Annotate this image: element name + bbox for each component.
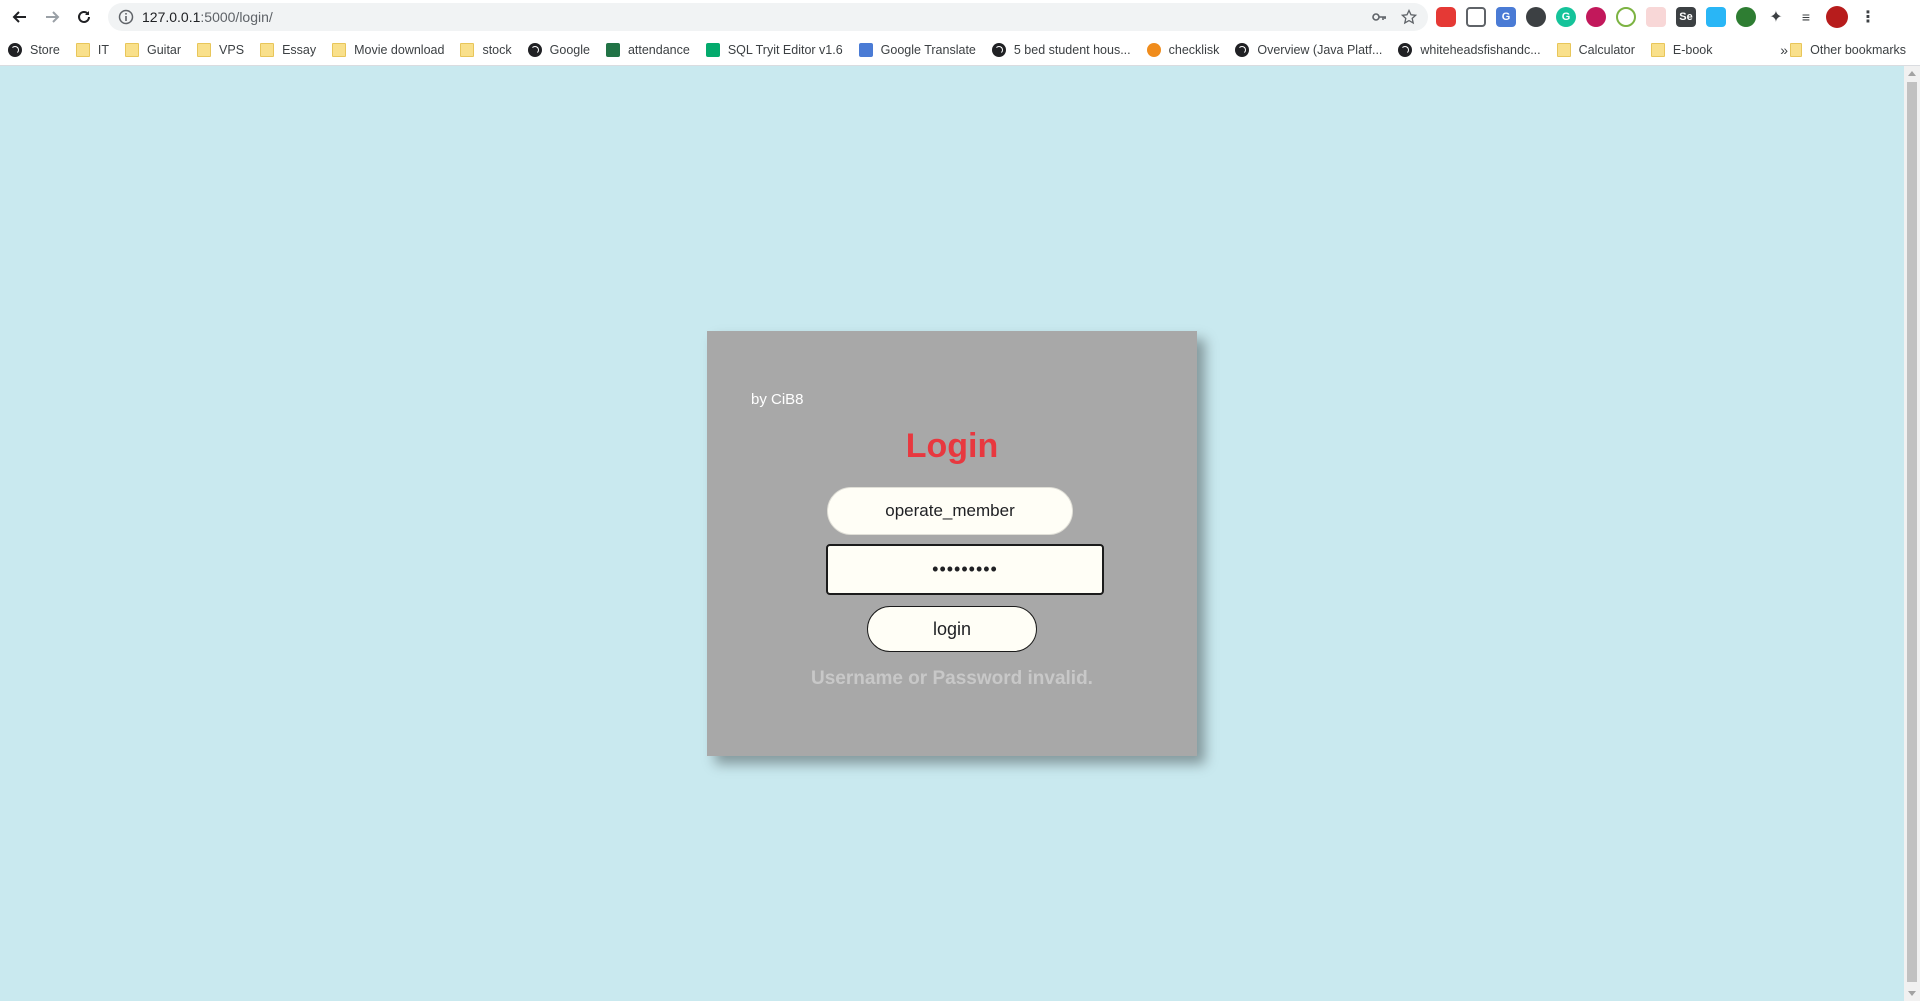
bookmark-label: checklisk — [1168, 42, 1220, 57]
bookmark-label: IT — [97, 42, 109, 57]
bookmark-item[interactable]: Overview (Java Platf... — [1227, 38, 1390, 62]
scrollbar-thumb[interactable] — [1907, 82, 1917, 982]
b-icon — [1146, 42, 1161, 57]
pen-extension-icon[interactable] — [1706, 7, 1726, 27]
bookmark-label: Google Translate — [880, 42, 976, 57]
bookmarks-bar: Store IT Guitar VPS Essay Movie download stock… — [0, 34, 1920, 66]
timer-extension-icon[interactable] — [1616, 7, 1636, 27]
pocket-extension-icon[interactable] — [1466, 7, 1486, 27]
address-bar[interactable]: 127.0.0.1:5000/login/ — [108, 3, 1428, 31]
bookmark-item[interactable]: Movie download — [324, 38, 452, 62]
globe-icon — [991, 42, 1006, 57]
globe-icon — [8, 42, 22, 57]
bookmark-label: Overview (Java Platf... — [1257, 42, 1383, 57]
other-bookmarks-label: Other bookmarks — [1810, 42, 1906, 57]
bookmark-label: stock — [482, 42, 512, 57]
forward-arrow-icon — [46, 11, 60, 23]
url-host: 127.0.0.1 — [142, 9, 201, 25]
browser-toolbar: 127.0.0.1:5000/login/ G G Se ✦ ≡ ⋮ — [0, 0, 1920, 34]
bookmark-item[interactable]: checklisk — [1139, 38, 1228, 62]
w3-icon — [705, 42, 720, 57]
error-message: Username or Password invalid. — [811, 668, 1093, 689]
globe-icon — [1235, 42, 1250, 57]
folder-icon — [197, 42, 212, 57]
adblock-extension-icon[interactable] — [1436, 7, 1456, 27]
bookmark-label: Essay — [282, 42, 317, 57]
folder-icon — [460, 42, 475, 57]
puzzle-extensions-icon[interactable]: ✦ — [1766, 7, 1786, 27]
back-button[interactable] — [4, 1, 36, 33]
author-byline: by CiB8 — [751, 391, 804, 408]
bookmark-item[interactable]: whiteheadsfishandc... — [1390, 38, 1548, 62]
bookmark-item[interactable]: Guitar — [117, 38, 189, 62]
translate-extension-icon[interactable]: G — [1496, 7, 1516, 27]
folder-icon — [1650, 42, 1665, 57]
bookmark-label: Guitar — [147, 42, 182, 57]
globe-icon — [527, 42, 542, 57]
menu-kebab-icon[interactable]: ⋮ — [1858, 7, 1878, 27]
bookmark-label: Movie download — [354, 42, 445, 57]
folder-icon — [125, 42, 139, 57]
grammarly-extension-icon[interactable]: G — [1556, 7, 1576, 27]
bookmark-item[interactable]: Google — [520, 38, 598, 62]
back-arrow-icon — [12, 11, 26, 23]
reload-icon — [78, 10, 90, 23]
bookmark-label: SQL Tryit Editor v1.6 — [727, 42, 843, 57]
other-bookmarks[interactable]: Other bookmarks — [1790, 34, 1906, 65]
login-button[interactable]: login — [867, 606, 1037, 652]
url-text[interactable]: 127.0.0.1:5000/login/ — [142, 9, 273, 25]
privacy-extension-icon[interactable] — [1586, 7, 1606, 27]
scroll-down-arrow-icon[interactable] — [1908, 991, 1916, 996]
bookmark-label: VPS — [219, 42, 245, 57]
info-icon[interactable] — [118, 9, 134, 25]
bookmark-item[interactable]: VPS — [189, 38, 252, 62]
folder-icon — [1556, 42, 1571, 57]
bookmark-item[interactable]: 5 bed student hous... — [984, 38, 1139, 62]
bookmark-item[interactable]: attendance — [598, 38, 698, 62]
bookmark-item[interactable]: SQL Tryit Editor v1.6 — [698, 38, 851, 62]
selenium-extension-icon[interactable]: Se — [1676, 7, 1696, 27]
page-viewport: by CiB8 Login login Username or Password… — [0, 66, 1904, 1001]
star-icon[interactable] — [1400, 8, 1418, 26]
bookmark-item[interactable]: Essay — [252, 38, 324, 62]
tree-extension-icon[interactable] — [1736, 7, 1756, 27]
bookmark-item[interactable]: Store — [0, 38, 68, 62]
bookmark-label: Store — [30, 42, 60, 57]
folder-icon — [332, 42, 347, 57]
folder-icon — [260, 42, 275, 57]
globe-icon — [1398, 42, 1413, 57]
bookmark-item[interactable]: stock — [452, 38, 519, 62]
password-input[interactable] — [826, 544, 1104, 595]
bookmark-item[interactable]: E-book — [1643, 38, 1721, 62]
bookmark-item[interactable]: Google Translate — [851, 38, 984, 62]
username-input[interactable] — [827, 487, 1073, 535]
bookmark-label: whiteheadsfishandc... — [1420, 42, 1541, 57]
bookmark-label: Google — [549, 42, 590, 57]
bookmark-label: attendance — [627, 42, 690, 57]
profile-avatar-icon[interactable] — [1826, 6, 1848, 28]
media-extension-icon[interactable] — [1526, 7, 1546, 27]
bookmark-label: 5 bed student hous... — [1013, 42, 1131, 57]
scroll-up-arrow-icon[interactable] — [1908, 71, 1916, 76]
folder-icon — [75, 42, 90, 57]
reload-button[interactable] — [68, 1, 100, 33]
translate-icon — [858, 42, 873, 57]
bookmark-item[interactable]: IT — [68, 38, 117, 62]
forward-button[interactable] — [36, 1, 68, 33]
bookmarks-overflow-chevron[interactable]: » — [1780, 34, 1788, 65]
login-card: by CiB8 Login login Username or Password… — [707, 331, 1197, 756]
folder-icon — [1790, 42, 1803, 57]
key-icon[interactable] — [1370, 8, 1388, 26]
bookmark-item[interactable]: Calculator — [1549, 38, 1643, 62]
cast-extension-icon[interactable] — [1646, 7, 1666, 27]
url-path: :5000/login/ — [200, 9, 273, 25]
playlist-icon[interactable]: ≡ — [1796, 7, 1816, 27]
bookmark-label: E-book — [1672, 42, 1713, 57]
extensions-bar: G G Se ✦ ≡ ⋮ — [1436, 6, 1878, 28]
vertical-scrollbar[interactable] — [1904, 66, 1920, 1001]
login-heading: Login — [905, 427, 999, 465]
forms-icon — [605, 42, 620, 57]
bookmark-label: Calculator — [1578, 42, 1635, 57]
